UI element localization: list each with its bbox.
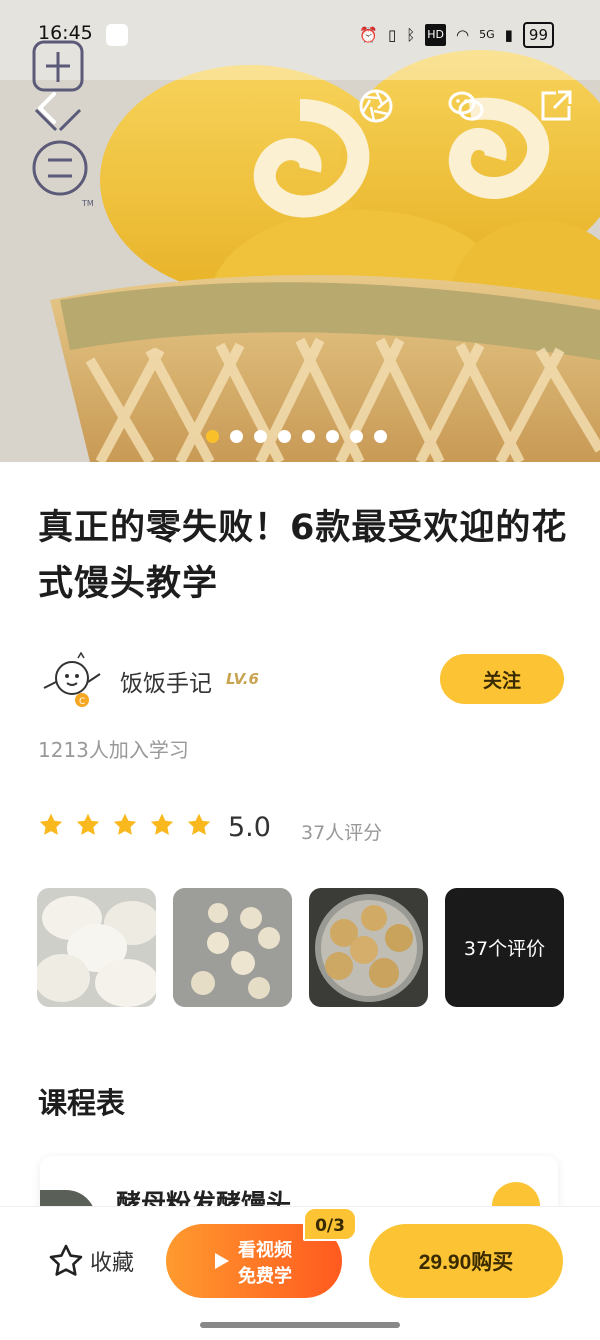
review-photo[interactable] bbox=[37, 888, 156, 1007]
share-icon[interactable] bbox=[538, 88, 574, 124]
author-name[interactable]: 饭饭手记 bbox=[120, 664, 212, 698]
play-icon bbox=[215, 1253, 229, 1269]
favorite-button[interactable]: 收藏 bbox=[48, 1243, 134, 1279]
author-row: C 饭饭手记 LV.6 关注 bbox=[38, 652, 564, 708]
shutter-icon[interactable] bbox=[358, 88, 394, 124]
review-photo[interactable] bbox=[309, 888, 428, 1007]
bottom-action-bar: 收藏 看视频 免费学 29.90购买 bbox=[0, 1206, 600, 1340]
buy-button[interactable]: 29.90购买 bbox=[369, 1224, 563, 1298]
rating-row[interactable]: 5.0 37人评分 bbox=[38, 810, 558, 850]
carousel-dot[interactable] bbox=[206, 430, 219, 443]
author-level-badge: LV.6 bbox=[226, 670, 259, 688]
carousel-dot[interactable] bbox=[230, 430, 243, 443]
network-type-label: 5G bbox=[479, 28, 495, 41]
free-quota-badge: 0/3 bbox=[303, 1207, 357, 1241]
status-icons: ⏰ ▯ ᛒ HD ◠ 5G ▮ 99 bbox=[359, 22, 554, 48]
star-outline-icon bbox=[49, 1244, 83, 1276]
wifi-icon: ◠ bbox=[456, 26, 470, 44]
star-icon bbox=[113, 813, 137, 835]
star-icon bbox=[150, 813, 174, 835]
back-icon[interactable] bbox=[30, 88, 66, 128]
carousel-dot[interactable] bbox=[326, 430, 339, 443]
rating-count: 37人评分 bbox=[301, 822, 383, 844]
course-title: 真正的零失败！6款最受欢迎的花式馒头教学 bbox=[38, 508, 568, 604]
status-bar: 16:45 ⏰ ▯ ᛒ HD ◠ 5G ▮ 99 bbox=[0, 0, 600, 70]
video-button-line2: 免费学 bbox=[238, 1266, 292, 1287]
carousel-dot[interactable] bbox=[350, 430, 363, 443]
app-notification-icon bbox=[106, 24, 128, 46]
alarm-icon: ⏰ bbox=[359, 26, 378, 44]
carousel-dots bbox=[206, 430, 387, 443]
star-icon bbox=[76, 813, 100, 835]
hero-actions bbox=[358, 88, 574, 124]
carousel-dot[interactable] bbox=[278, 430, 291, 443]
home-indicator[interactable] bbox=[200, 1322, 400, 1328]
battery-indicator: 99 bbox=[522, 22, 554, 48]
learners-count: 1213人加入学习 bbox=[38, 738, 189, 762]
bluetooth-icon: ᛒ bbox=[406, 26, 416, 44]
avatar[interactable]: C bbox=[38, 652, 104, 710]
schedule-title: 课程表 bbox=[38, 1086, 126, 1120]
video-button-line1: 看视频 bbox=[238, 1240, 292, 1261]
more-reviews-label: 37个评价 bbox=[463, 938, 546, 960]
wechat-icon[interactable] bbox=[448, 88, 484, 124]
carousel-dot[interactable] bbox=[374, 430, 387, 443]
review-photo[interactable] bbox=[173, 888, 292, 1007]
star-icon bbox=[187, 813, 211, 835]
vibrate-icon: ▯ bbox=[387, 26, 397, 44]
follow-button[interactable]: 关注 bbox=[440, 654, 564, 704]
status-time: 16:45 bbox=[38, 22, 93, 44]
rating-stars bbox=[38, 812, 212, 838]
rating-score: 5.0 bbox=[228, 812, 271, 843]
svg-text:TM: TM bbox=[81, 199, 94, 208]
carousel-dot[interactable] bbox=[302, 430, 315, 443]
hero-banner[interactable]: TM 16:45 ⏰ ▯ ᛒ HD ◠ 5G ▮ 99 bbox=[0, 0, 600, 462]
favorite-label: 收藏 bbox=[90, 1251, 135, 1276]
carousel-dot[interactable] bbox=[254, 430, 267, 443]
signal-icon: ▮ bbox=[504, 26, 513, 44]
more-reviews-tile[interactable]: 37个评价 bbox=[445, 888, 564, 1007]
review-thumbnails: 37个评价 bbox=[37, 888, 564, 1007]
svg-text:C: C bbox=[79, 697, 85, 707]
hd-icon: HD bbox=[425, 24, 447, 46]
star-icon bbox=[39, 813, 63, 835]
